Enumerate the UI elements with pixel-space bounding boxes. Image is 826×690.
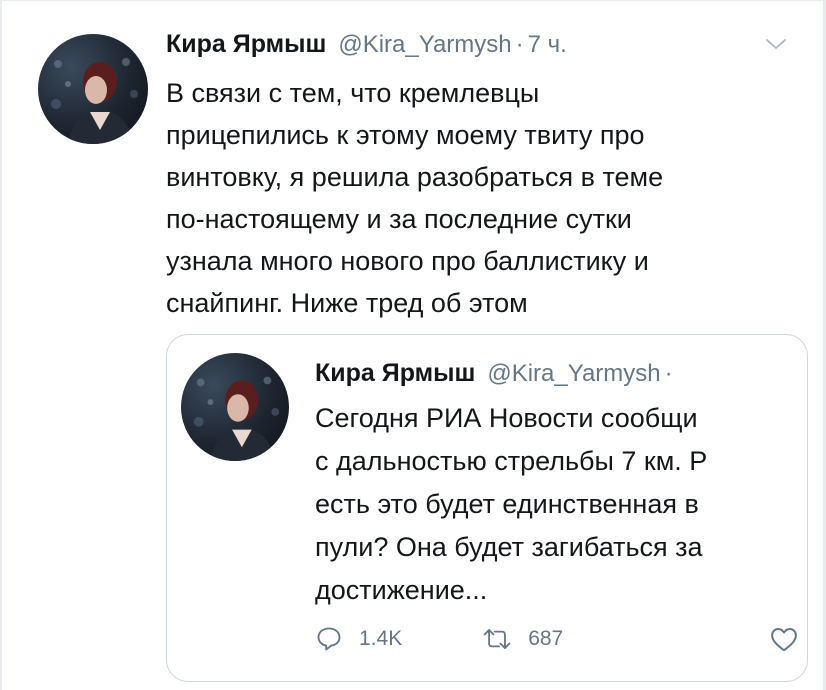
tweet-text-line: по-настоящему и за последние сутки [166,204,632,234]
quoted-text-line: пули? Она будет загибаться за [315,532,703,562]
tweet-timestamp[interactable]: 7 ч. [528,31,567,59]
tweet-text-line: В связи с тем, что кремлевцы [166,78,540,108]
quoted-text-line: с дальностью стрельбы 7 км. Р [315,446,708,476]
top-divider [0,0,826,1]
quoted-author-name[interactable]: Кира Ярмыш [315,359,475,388]
retweet-count: 687 [528,627,564,650]
quoted-tweet-card[interactable]: Кира Ярмыш @Kira_Yarmysh · Сегодня РИА Н… [166,334,808,682]
tweet-text-line: винтовку, я решила разобраться в теме [166,162,664,192]
retweet-button[interactable]: 687 [480,625,563,653]
action-bar: 1.4K 687 [315,625,563,653]
like-button[interactable] [769,625,799,653]
tweet-header: Кира Ярмыш @Kira_Yarmysh · 7 ч. [166,30,567,62]
retweet-icon [480,625,514,653]
heart-icon [769,625,799,653]
author-handle[interactable]: @Kira_Yarmysh [338,31,511,59]
author-avatar[interactable] [38,34,148,144]
author-name[interactable]: Кира Ярмыш [166,30,326,59]
quoted-text-line: достижение... [315,575,488,605]
left-divider [0,0,2,690]
reply-button[interactable]: 1.4K [315,625,402,653]
tweet-text: В связи с тем, что кремлевцы прицепились… [166,72,786,324]
tweet-text-line: узнала много нового про баллистику и [166,246,649,276]
tweet-text-line: прицепились к этому моему твиту про [166,120,645,150]
quoted-text-line: Сегодня РИА Новости сообщи [315,403,698,433]
quoted-author-handle[interactable]: @Kira_Yarmysh [487,360,660,388]
quoted-tweet-header: Кира Ярмыш @Kira_Yarmysh · [315,359,673,388]
separator-dot: · [515,31,524,58]
separator-dot: · [664,360,673,387]
tweet-text-line: снайпинг. Ниже тред об этом [166,288,528,318]
quoted-tweet-text: Сегодня РИА Новости сообщи с дальностью … [315,397,807,612]
reply-icon [315,625,343,653]
chevron-down-icon[interactable] [764,36,788,52]
reply-count: 1.4K [359,627,403,650]
quoted-author-avatar[interactable] [181,353,289,461]
quoted-text-line: есть это будет единственная в [315,489,699,519]
